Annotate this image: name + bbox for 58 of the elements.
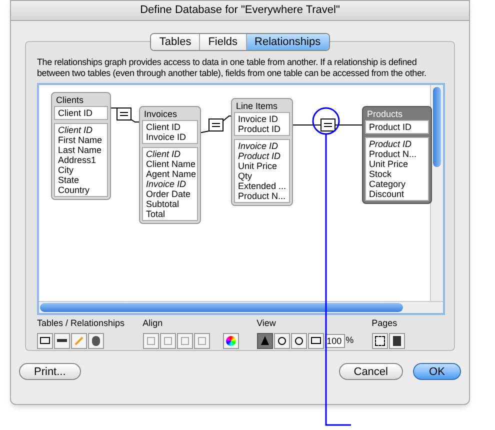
toolbar-label: Tables / Relationships [37,317,125,330]
print-button[interactable]: Print... [19,363,81,380]
table-name: Invoices [143,109,178,120]
relationship-icon[interactable] [208,118,224,132]
field-name: Invoice ID [238,141,280,151]
field-name: Address1 [58,155,98,165]
callout-circle [312,107,340,135]
tab[interactable]: Tables [151,34,200,50]
tab[interactable]: Relationships [246,34,329,50]
zoom-unit: % [346,334,354,347]
field-name: Agent Name [146,169,194,179]
table-box[interactable]: Invoices Client ID Invoice ID Client ID Client Name Agent Name Invoice ID Order Date Subtotal Total [139,106,201,224]
field-name: Extended ... [238,181,286,191]
field-name: Category [369,179,407,189]
field-name: First Name [58,135,104,145]
field-name: Invoice ID [146,179,188,189]
field-name: Product N... [238,191,286,201]
field-name: Product N... [369,149,418,159]
field-name: Country [58,185,91,195]
field-name: Client ID [146,149,182,159]
field-name: Subtotal [146,199,180,209]
key-field: Product ID [238,124,286,134]
field-name: Product ID [238,151,282,161]
key-field: Invoice ID [146,132,194,142]
field-name: Unit Price [369,159,410,169]
relationship-icon[interactable] [116,108,132,120]
relationship-icon[interactable] [320,118,336,132]
toolbar-label: View [256,317,277,330]
vertical-scrollbar[interactable] [430,85,443,301]
window-title: Define Database for "Everywhere Travel" [140,3,340,18]
field-name: Client ID [58,125,94,135]
field-name: Last Name [58,145,103,155]
field-name: Unit Price [238,161,278,171]
table-box[interactable]: Clients Client ID Client ID First Name Last Name Address1 City State Country [51,92,111,200]
horizontal-scrollbar[interactable] [39,301,443,313]
field-name: Discount [369,189,406,199]
table-name: Line Items [235,101,279,112]
field-name: Order Date [146,189,192,199]
table-name: Products [366,109,404,120]
description-text: The relationships graph provides access to data in one table from another. If a relationship is defined between two tables (even through another table), fields from one table can be accessed from the other. [37,57,428,79]
toolbar-label: Pages [372,317,398,330]
field-name: Product ID [369,139,413,149]
field-name: Client Name [146,159,194,169]
toolbar-label: Align [142,317,164,330]
table-box[interactable]: Products Product ID Product ID Product N... Unit Price Stock Category Discount [362,106,432,204]
key-field: Invoice ID [238,114,286,124]
cancel-button[interactable]: Cancel [338,363,403,380]
field-name: Stock [369,169,393,179]
table-box[interactable]: Line Items Invoice ID Product ID Invoice ID Product ID Unit Price Qty Extended ... Product N... [231,98,293,206]
tab[interactable]: Fields [199,34,246,50]
key-field: Client ID [146,122,194,132]
field-name: State [58,175,80,185]
field-name: Qty [238,171,254,181]
field-name: Total [146,209,166,219]
field-name: City [58,165,74,175]
ok-button[interactable]: OK [413,363,461,380]
connector-line [108,108,142,122]
table-name: Clients [55,95,85,106]
